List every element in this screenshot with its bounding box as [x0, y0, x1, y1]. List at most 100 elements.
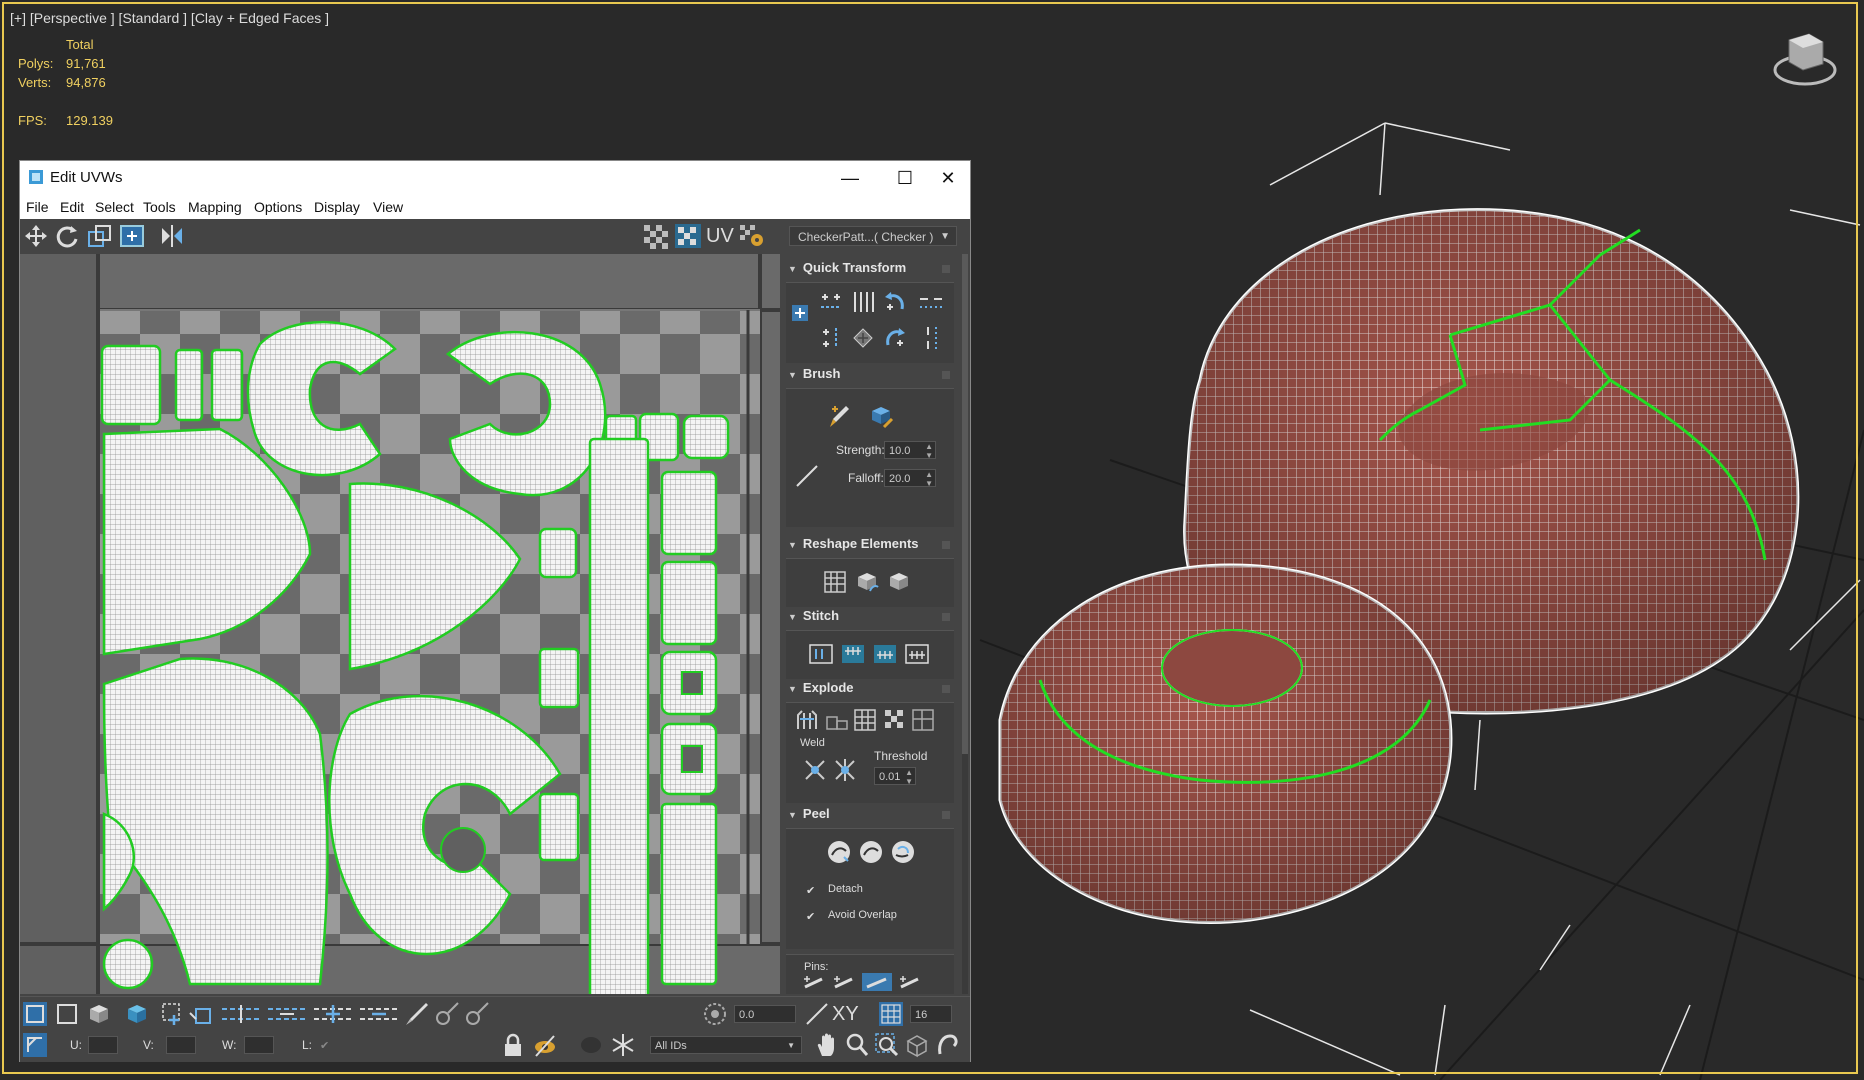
zoom-extents-icon[interactable] — [904, 1032, 930, 1058]
freeze-icon[interactable] — [610, 1032, 636, 1058]
avoid-overlap-checkbox[interactable]: ✔ — [806, 911, 818, 923]
distribute-vertical-icon[interactable] — [850, 289, 876, 315]
paint-brush-icon[interactable] — [826, 403, 852, 429]
break-icon[interactable] — [794, 707, 820, 733]
align-vertical-icon[interactable] — [818, 325, 844, 351]
soft-selection-spinner[interactable]: 0.0 — [734, 1005, 796, 1023]
reset-peel-icon[interactable] — [890, 839, 916, 865]
texture-settings-icon[interactable] — [738, 223, 766, 249]
rollout-quick-transform[interactable]: ▼ Quick Transform — [788, 260, 954, 280]
rotate-icon[interactable] — [54, 223, 82, 249]
ring-grow-icon[interactable] — [312, 1001, 354, 1027]
xy-axis-label[interactable]: XY — [832, 1003, 859, 1026]
falloff-spinner[interactable]: 20.0 ▲ ▼ — [884, 469, 936, 488]
rollout-stitch[interactable]: ▼ Stitch — [788, 608, 954, 628]
pivot-icon[interactable] — [790, 303, 810, 323]
rotate-ccw-icon[interactable] — [882, 289, 908, 315]
v-field[interactable] — [166, 1036, 196, 1054]
relax-brush-icon[interactable] — [868, 403, 894, 429]
threshold-spinner[interactable]: 0.01 ▲ ▼ — [874, 767, 916, 786]
shrink-selection-icon[interactable] — [188, 1001, 214, 1027]
menu-select[interactable]: Select — [95, 199, 134, 215]
remove-pin-icon[interactable] — [832, 975, 858, 991]
edge-distance-icon[interactable] — [804, 1001, 830, 1027]
w-field[interactable] — [244, 1036, 274, 1054]
rollout-scrollbar[interactable] — [962, 254, 968, 994]
ring-shrink-icon[interactable] — [358, 1001, 400, 1027]
edit-uvws-window[interactable]: Edit UVWs — ☐ ✕ File Edit Select Tools M… — [19, 160, 971, 1062]
grid-size-spinner[interactable]: 16 — [910, 1005, 952, 1023]
paint-shrink-icon[interactable] — [464, 1001, 490, 1027]
quick-peel-icon[interactable] — [826, 839, 852, 865]
show-map-icon[interactable] — [642, 223, 670, 249]
snap-toggle-icon[interactable] — [934, 1032, 960, 1058]
rollout-scrollbar-thumb[interactable] — [962, 254, 968, 754]
menu-display[interactable]: Display — [314, 199, 360, 215]
auto-pin-icon[interactable] — [862, 973, 892, 991]
straighten-selection-icon[interactable] — [822, 569, 848, 595]
pan-hand-icon[interactable] — [814, 1032, 840, 1058]
l-checkbox[interactable]: ✔ — [320, 1040, 332, 1052]
brush-stroke-icon[interactable] — [794, 463, 820, 489]
stitch-to-source-icon[interactable] — [840, 641, 866, 667]
select-vertex-icon[interactable] — [22, 1001, 48, 1027]
loop-select-icon[interactable] — [220, 1001, 262, 1027]
close-button[interactable]: ✕ — [928, 165, 968, 191]
menu-view[interactable]: View — [373, 199, 403, 215]
select-face-icon[interactable] — [86, 1001, 112, 1027]
menu-file[interactable]: File — [26, 199, 49, 215]
grid-snap-icon[interactable] — [878, 1001, 904, 1027]
paint-grow-icon[interactable] — [434, 1001, 460, 1027]
uv-mode-label[interactable]: UV — [706, 223, 736, 249]
soft-selection-icon[interactable] — [702, 1001, 728, 1027]
rollout-brush[interactable]: ▼ Brush — [788, 366, 954, 386]
texture-dropdown[interactable]: CheckerPatt...( Checker ) ▼ — [789, 226, 957, 246]
menu-options[interactable]: Options — [254, 199, 302, 215]
ids-dropdown[interactable]: All IDs ▼ — [650, 1036, 802, 1054]
relax-icon[interactable] — [854, 569, 880, 595]
relax-settings-icon[interactable] — [886, 569, 912, 595]
add-pin-icon[interactable] — [802, 975, 828, 991]
grow-selection-icon[interactable] — [160, 1001, 186, 1027]
detach-checkbox[interactable]: ✔ — [806, 885, 818, 897]
menu-tools[interactable]: Tools — [143, 199, 176, 215]
uv-editor-canvas[interactable] — [20, 254, 780, 994]
rotate-cw-icon[interactable] — [882, 325, 908, 351]
strength-spinner[interactable]: 10.0 ▲ ▼ — [884, 441, 936, 460]
lock-icon[interactable] — [500, 1032, 526, 1058]
flatten-by-smoothing-icon[interactable] — [910, 707, 936, 733]
space-horizontal-icon[interactable] — [918, 289, 944, 315]
stitch-average-icon[interactable] — [872, 641, 898, 667]
u-field[interactable] — [88, 1036, 118, 1054]
minimize-button[interactable]: — — [830, 165, 870, 191]
hide-icon[interactable] — [532, 1032, 558, 1058]
scale-icon[interactable] — [86, 223, 114, 249]
paint-select-icon[interactable] — [404, 1001, 430, 1027]
window-titlebar[interactable]: Edit UVWs — ☐ ✕ — [20, 161, 970, 195]
peel-mode-icon[interactable] — [858, 839, 884, 865]
uv-layout[interactable] — [20, 254, 780, 994]
select-edge-icon[interactable] — [54, 1001, 80, 1027]
zoom-region-icon[interactable] — [874, 1032, 900, 1058]
flatten-by-grid-icon[interactable] — [852, 707, 878, 733]
isolate-icon[interactable] — [578, 1032, 604, 1058]
zoom-icon[interactable] — [844, 1032, 870, 1058]
mirror-icon[interactable] — [158, 223, 186, 249]
stitch-to-target-icon[interactable] — [904, 641, 930, 667]
move-icon[interactable] — [22, 223, 50, 249]
weld-target-icon[interactable] — [832, 757, 858, 783]
rollout-reshape[interactable]: ▼ Reshape Elements — [788, 536, 954, 556]
select-element-icon[interactable] — [124, 1001, 150, 1027]
checker-toggle-icon[interactable] — [674, 223, 702, 249]
menu-mapping[interactable]: Mapping — [188, 199, 242, 215]
flatten-by-polygon-icon[interactable] — [882, 707, 908, 733]
freeform-icon[interactable] — [118, 223, 146, 249]
align-horizontal-icon[interactable] — [818, 289, 844, 315]
weld-selected-icon[interactable] — [802, 757, 828, 783]
maximize-button[interactable]: ☐ — [885, 165, 925, 191]
pin-selected-icon[interactable] — [898, 975, 924, 991]
rollout-peel[interactable]: ▼ Peel — [788, 806, 954, 826]
menu-edit[interactable]: Edit — [60, 199, 84, 215]
loop-shrink-icon[interactable] — [266, 1001, 308, 1027]
stitch-custom-icon[interactable] — [808, 641, 834, 667]
